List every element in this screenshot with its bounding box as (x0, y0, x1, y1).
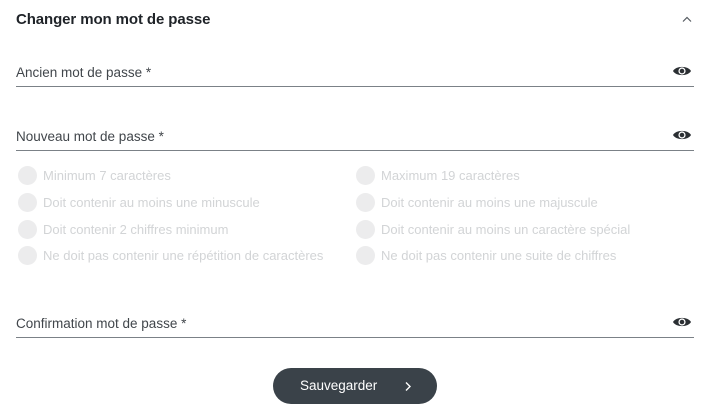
confirm-password-input[interactable] (16, 313, 660, 337)
rule-label: Maximum 19 caractères (381, 168, 520, 183)
rule-item: Minimum 7 caractères (18, 166, 171, 185)
rule-item: Ne doit pas contenir une suite de chiffr… (356, 246, 616, 265)
rule-item: Ne doit pas contenir une répétition de c… (18, 246, 323, 265)
rule-item: Doit contenir au moins un caractère spéc… (356, 220, 630, 239)
eye-icon[interactable] (672, 63, 692, 79)
collapse-button[interactable] (679, 11, 695, 27)
eye-icon[interactable] (672, 314, 692, 330)
chevron-up-icon (682, 16, 692, 22)
rule-status-icon (18, 166, 37, 185)
rule-label: Ne doit pas contenir une suite de chiffr… (381, 248, 617, 263)
password-rules: Minimum 7 caractères Doit contenir au mo… (16, 166, 694, 270)
old-password-input[interactable] (16, 62, 660, 86)
new-password-input[interactable] (16, 126, 660, 150)
rule-status-icon (356, 193, 375, 212)
rule-status-icon (356, 246, 375, 265)
rule-status-icon (18, 246, 37, 265)
rule-status-icon (356, 166, 375, 185)
new-password-field: Nouveau mot de passe * (16, 126, 694, 151)
rule-item: Doit contenir au moins une minuscule (18, 193, 260, 212)
rule-label: Ne doit pas contenir une répétition de c… (43, 248, 324, 263)
rule-status-icon (18, 220, 37, 239)
section-title: Changer mon mot de passe (16, 10, 211, 28)
rule-item: Maximum 19 caractères (356, 166, 520, 185)
rule-label: Doit contenir au moins une majuscule (381, 195, 598, 210)
old-password-field: Ancien mot de passe * (16, 62, 694, 87)
section-header: Changer mon mot de passe (16, 9, 695, 29)
rule-item: Doit contenir 2 chiffres minimum (18, 220, 228, 239)
rule-label: Doit contenir 2 chiffres minimum (43, 222, 229, 237)
save-button[interactable]: Sauvegarder (273, 368, 437, 404)
rule-status-icon (18, 193, 37, 212)
eye-icon[interactable] (672, 127, 692, 143)
rule-label: Minimum 7 caractères (43, 168, 171, 183)
save-button-label: Sauvegarder (300, 378, 378, 393)
rule-item: Doit contenir au moins une majuscule (356, 193, 598, 212)
chevron-right-icon (405, 382, 411, 391)
rule-label: Doit contenir au moins un caractère spéc… (381, 222, 631, 237)
rule-label: Doit contenir au moins une minuscule (43, 195, 260, 210)
rule-status-icon (356, 220, 375, 239)
confirm-password-field: Confirmation mot de passe * (16, 313, 694, 338)
